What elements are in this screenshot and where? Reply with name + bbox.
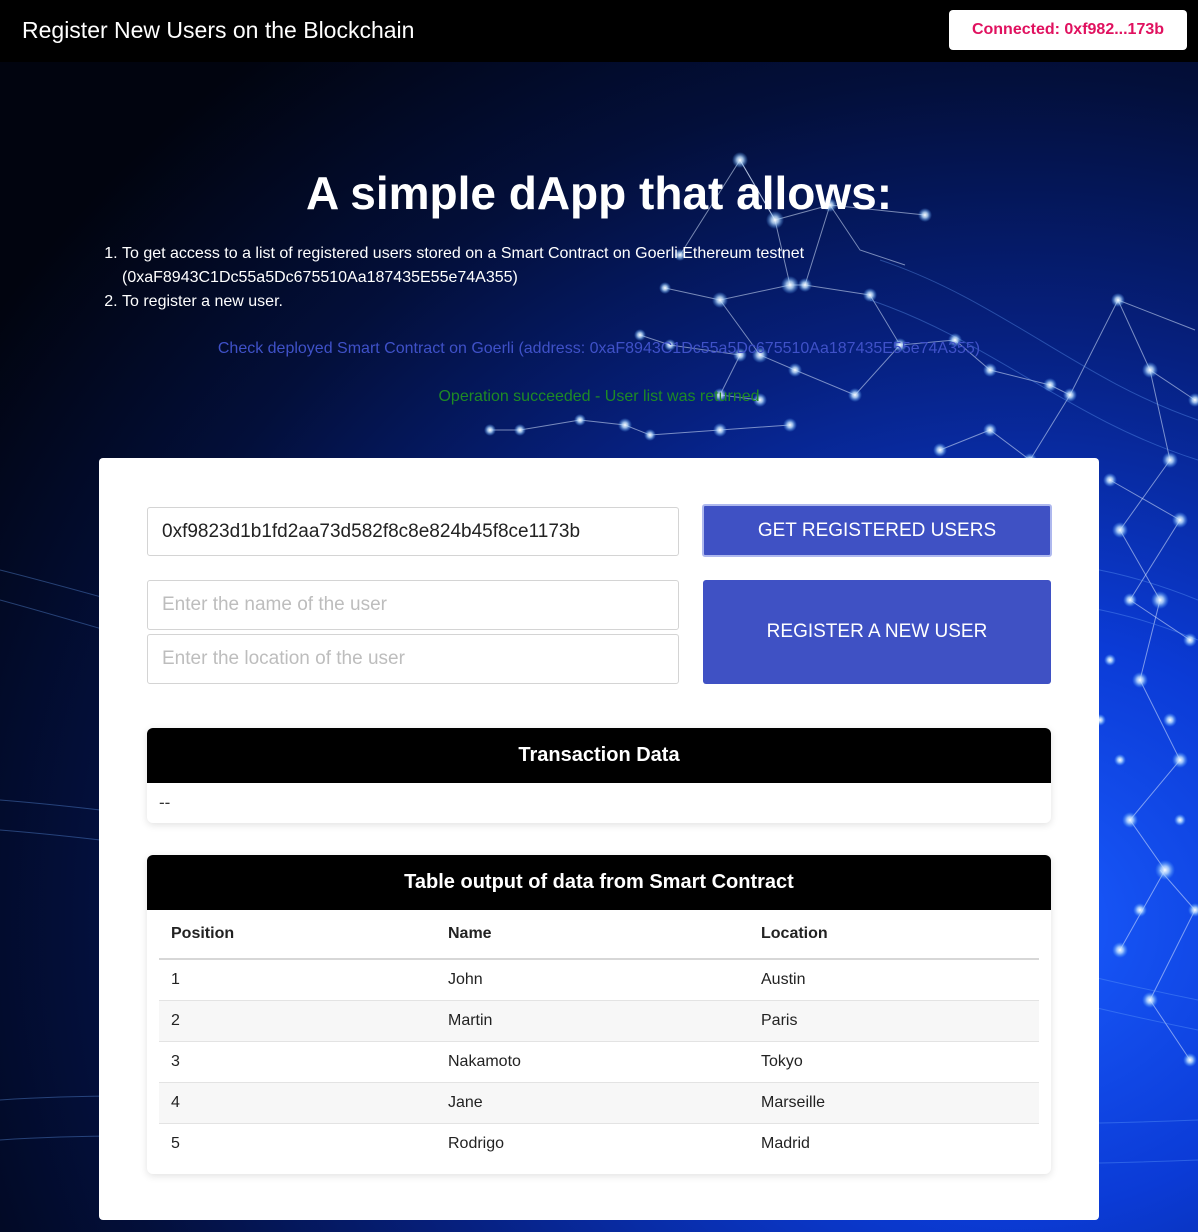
table-row: 1 John Austin (159, 959, 1039, 1001)
user-location-input[interactable] (147, 634, 679, 684)
table-row: 3 Nakamoto Tokyo (159, 1041, 1039, 1083)
feature-list: To get access to a list of registered us… (104, 242, 882, 314)
table-row: 5 Rodrigo Madrid (159, 1124, 1039, 1165)
cell-position: 3 (159, 1041, 436, 1083)
users-table-header: Table output of data from Smart Contract (147, 855, 1051, 910)
wallet-address-input[interactable] (147, 507, 679, 556)
column-header-location: Location (749, 910, 1039, 960)
cell-location: Madrid (761, 1135, 810, 1152)
main-panel: GET REGISTERED USERS REGISTER A NEW USER… (99, 458, 1099, 1220)
table-header-row: Position Name Location (159, 910, 1039, 960)
transaction-data-value: -- (159, 793, 171, 812)
app-title: Register New Users on the Blockchain (22, 17, 415, 43)
transaction-card-header: Transaction Data (147, 728, 1051, 783)
cell-name: Jane (436, 1082, 749, 1124)
table-row: 4 Jane Marseille (159, 1082, 1039, 1124)
cell-name: John (436, 959, 749, 1001)
users-table-card: Table output of data from Smart Contract… (147, 855, 1051, 1174)
page-headline: A simple dApp that allows: (305, 167, 893, 219)
users-table: Position Name Location 1 John Austin 2 M… (159, 910, 1039, 1164)
cell-location: Marseille (749, 1082, 1039, 1124)
column-header-name: Name (436, 910, 749, 960)
cell-position: 2 (159, 1000, 436, 1042)
navbar: Register New Users on the Blockchain Con… (0, 0, 1198, 62)
column-header-position: Position (159, 910, 436, 960)
cell-location: Paris (749, 1000, 1039, 1042)
cell-location: Austin (749, 959, 1039, 1001)
contract-link[interactable]: Check deployed Smart Contract on Goerli … (0, 340, 1198, 358)
table-row: 2 Martin Paris (159, 1000, 1039, 1042)
register-user-button[interactable]: REGISTER A NEW USER (703, 580, 1051, 684)
feature-item-register: To register a new user. (122, 290, 882, 314)
transaction-card: Transaction Data -- (147, 728, 1051, 823)
user-name-input[interactable] (147, 580, 679, 630)
cell-name: Martin (436, 1000, 749, 1042)
cell-location: Tokyo (749, 1041, 1039, 1083)
status-message: Operation succeeded - User list was retu… (438, 388, 760, 405)
cell-position: 1 (159, 959, 436, 1001)
get-registered-users-button[interactable]: GET REGISTERED USERS (702, 504, 1052, 557)
cell-position: 5 (171, 1135, 180, 1152)
feature-item-view-users: To get access to a list of registered us… (122, 242, 882, 290)
wallet-connect-button[interactable]: Connected: 0xf982...173b (949, 10, 1187, 50)
cell-position: 4 (159, 1082, 436, 1124)
cell-name: Nakamoto (436, 1041, 749, 1083)
cell-name: Rodrigo (448, 1135, 505, 1152)
